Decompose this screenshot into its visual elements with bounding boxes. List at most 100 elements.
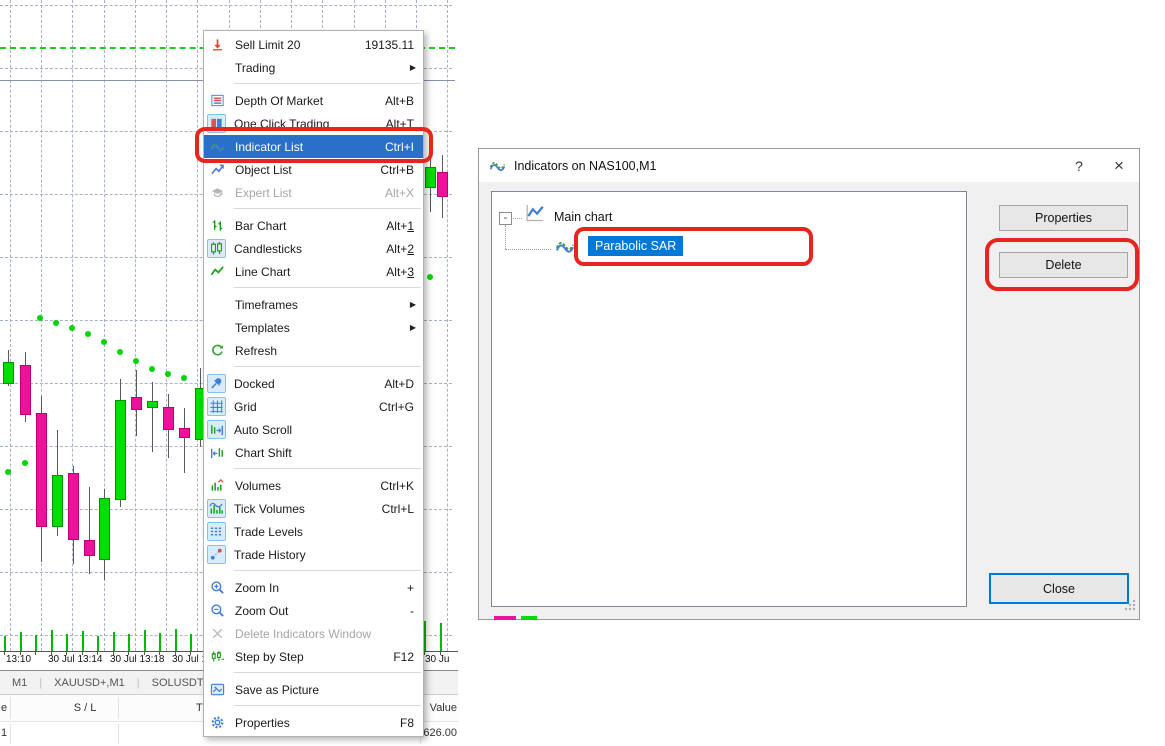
menu-item-volumes[interactable]: VolumesCtrl+K [204, 474, 423, 497]
chart-shift-icon [207, 443, 227, 463]
volume-bar [113, 632, 115, 651]
menu-item-grid[interactable]: GridCtrl+G [204, 395, 423, 418]
menu-item-bar-chart[interactable]: Bar ChartAlt+1 [204, 214, 423, 237]
volume-bar [190, 634, 192, 651]
menu-separator [234, 468, 421, 469]
menu-separator [234, 570, 421, 571]
parabolic-sar-dot [69, 325, 75, 331]
submenu-arrow-icon: ▶ [410, 63, 416, 72]
menu-item-object-list[interactable]: Object ListCtrl+B [204, 158, 423, 181]
axis-tick [4, 652, 5, 655]
time-axis-label: 30 Jul 13:14 [48, 654, 103, 665]
menu-item-label: Depth Of Market [235, 94, 375, 108]
menu-item-step-by-step[interactable]: Step by StepF12 [204, 645, 423, 668]
docked-icon [207, 374, 226, 393]
menu-item-line-chart[interactable]: Line ChartAlt+3 [204, 260, 423, 283]
menu-item-label: Trade History [234, 548, 414, 562]
menu-item-one-click-trading[interactable]: One Click TradingAlt+T [204, 112, 423, 135]
menu-item-label: Auto Scroll [234, 423, 414, 437]
parabolic-sar-dot [85, 331, 91, 337]
refresh-icon [207, 341, 227, 361]
delete-button[interactable]: Delete [999, 252, 1128, 278]
chart-tab-xauusd[interactable]: XAUUSD+,M1 [42, 677, 137, 689]
menu-item-candlesticks[interactable]: CandlesticksAlt+2 [204, 237, 423, 260]
row-fragment: 1 [1, 727, 7, 739]
menu-item-save-as-picture[interactable]: Save as Picture [204, 678, 423, 701]
resize-grip[interactable] [1123, 598, 1136, 616]
gridline-vertical [447, 0, 448, 651]
menu-item-label: Bar Chart [235, 219, 376, 233]
auto-scroll-icon [207, 420, 226, 439]
menu-shortcut: Alt+D [384, 377, 414, 391]
menu-item-label: Zoom Out [235, 604, 400, 618]
parabolic-sar-dot [101, 339, 107, 345]
menu-item-properties[interactable]: PropertiesF8 [204, 711, 423, 734]
help-button[interactable]: ? [1061, 149, 1097, 182]
parabolic-sar-dot [165, 371, 171, 377]
menu-shortcut: Alt+X [385, 186, 414, 200]
menu-item-depth-of-market[interactable]: Depth Of MarketAlt+B [204, 89, 423, 112]
menu-item-trade-history[interactable]: Trade History [204, 543, 423, 566]
parabolic-sar-dot [149, 366, 155, 372]
tree-connector [505, 249, 551, 250]
menu-item-templates[interactable]: Templates▶ [204, 316, 423, 339]
properties-button[interactable]: Properties [999, 205, 1128, 231]
menu-item-timeframes[interactable]: Timeframes▶ [204, 293, 423, 316]
trade-history-icon [207, 545, 226, 564]
bullish-candle [425, 167, 436, 188]
menu-shortcut: - [410, 604, 414, 618]
menu-item-label: Delete Indicators Window [235, 627, 414, 641]
menu-item-auto-scroll[interactable]: Auto Scroll [204, 418, 423, 441]
volume-bar [20, 632, 22, 651]
parabolic-sar-icon [555, 236, 575, 261]
blank-icon [207, 318, 227, 338]
volume-bar [35, 635, 37, 651]
menu-item-tick-volumes[interactable]: Tick VolumesCtrl+L [204, 497, 423, 520]
menu-separator [234, 672, 421, 673]
parabolic-sar-dot [117, 349, 123, 355]
menu-item-delete-indicators-window: Delete Indicators Window [204, 622, 423, 645]
bearish-candle [437, 172, 448, 197]
column-divider [118, 724, 119, 744]
close-button[interactable]: Close [989, 573, 1129, 604]
volume-bar [82, 631, 84, 651]
menu-item-zoom-in[interactable]: Zoom In+ [204, 576, 423, 599]
parabolic-sar-dot [427, 274, 433, 280]
expert-list-icon [207, 183, 227, 203]
menu-item-refresh[interactable]: Refresh [204, 339, 423, 362]
tree-item-main-chart[interactable]: Main chart [554, 210, 612, 224]
indicator-dialog-icon [489, 157, 506, 174]
gridline-horizontal [0, 5, 452, 6]
menu-item-trading[interactable]: Trading▶ [204, 56, 423, 79]
parabolic-sar-dot [181, 375, 187, 381]
menu-item-label: Tick Volumes [234, 502, 372, 516]
menu-item-zoom-out[interactable]: Zoom Out- [204, 599, 423, 622]
tick-volumes-icon [207, 499, 226, 518]
indicator-tree-listbox: - Main chart Parabolic SAR [491, 191, 967, 607]
bullish-candle [52, 475, 63, 527]
menu-item-docked[interactable]: DockedAlt+D [204, 372, 423, 395]
tree-connector [505, 225, 506, 249]
tree-expander[interactable]: - [499, 212, 512, 225]
bullish-candle [99, 498, 110, 560]
tree-item-parabolic-sar[interactable]: Parabolic SAR [588, 236, 683, 256]
close-window-button[interactable]: × [1101, 149, 1137, 182]
menu-item-trade-levels[interactable]: Trade Levels [204, 520, 423, 543]
dialog-title-bar[interactable]: Indicators on NAS100,M1 ? × [479, 149, 1139, 182]
header-fragment: e [1, 702, 7, 714]
menu-item-sell-limit-20[interactable]: Sell Limit 2019135.11 [204, 33, 423, 56]
main-chart-icon [524, 203, 544, 228]
menu-item-indicator-list[interactable]: Indicator ListCtrl+I [204, 135, 423, 158]
menu-item-label: Volumes [235, 479, 370, 493]
bearish-candle [179, 428, 190, 438]
bullish-candle [3, 362, 14, 384]
volume-bar [128, 634, 130, 651]
candle-wick [89, 487, 90, 574]
menu-item-chart-shift[interactable]: Chart Shift [204, 441, 423, 464]
volumes-icon [207, 476, 227, 496]
menu-item-label: Properties [235, 716, 390, 730]
chart-tab-m1[interactable]: M1 [0, 677, 39, 689]
menu-item-label: Chart Shift [235, 446, 414, 460]
gridline-vertical [166, 0, 167, 651]
menu-item-label: Candlesticks [234, 242, 376, 256]
